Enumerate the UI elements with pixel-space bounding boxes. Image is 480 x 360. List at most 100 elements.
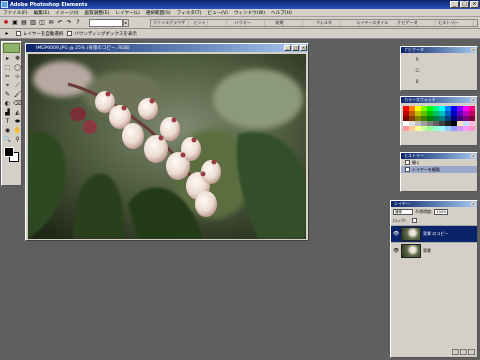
save-icon[interactable]: ▤	[20, 19, 28, 27]
panel-close-icon[interactable]: ×	[471, 48, 476, 52]
doc-maximize-button[interactable]: □	[292, 45, 299, 51]
well-tab-effects[interactable]: 効果	[273, 20, 314, 26]
delete-layer-button[interactable]	[468, 349, 475, 355]
doc-close-button[interactable]: ×	[300, 45, 307, 51]
history-panel: ヒストリー × 開く レイヤーを複製	[400, 152, 478, 192]
show-bounding-box-checkbox[interactable]	[67, 31, 73, 36]
menu-image[interactable]: イメージ(I)	[52, 10, 81, 16]
zoom-tool-icon[interactable]: ✥	[13, 55, 22, 63]
crop-tool-icon[interactable]: ✂	[3, 73, 12, 81]
history-state-icon	[405, 167, 410, 172]
layer-controls: 通常 不透明度: 100%	[391, 207, 477, 216]
move-tool-icon[interactable]: ▸	[3, 55, 12, 63]
sponge-tool-icon[interactable]: ◉	[3, 127, 12, 135]
toolbox: ▸ ✥ ⬚ ◯ ✂ ⊹ ⌖ ⟋ ✎ 🖌 ◐ ⌫ ▟ ◭ T ⬬ ◉ ✋ 🔍 ⚲	[1, 41, 22, 186]
maximize-button[interactable]: □	[460, 1, 469, 8]
move-tool-icon: ▸	[5, 30, 9, 37]
menu-file[interactable]: ファイル(F)	[0, 10, 31, 16]
color-swatch[interactable]	[469, 126, 475, 131]
paint-bucket-icon[interactable]: ▟	[3, 109, 12, 117]
redo-icon[interactable]: ↷	[65, 19, 73, 27]
menu-layer[interactable]: レイヤー(L)	[112, 10, 142, 16]
magnify-tool-icon[interactable]: 🔍	[3, 136, 12, 144]
type-tool-icon[interactable]: T	[3, 118, 12, 126]
flower-photo	[28, 54, 306, 239]
pencil-tool-icon[interactable]: ✎	[3, 91, 12, 99]
doc-minimize-button[interactable]: _	[284, 45, 291, 51]
well-tab-hints[interactable]: ヒント	[192, 20, 233, 26]
menu-edit[interactable]: 編集(E)	[31, 10, 53, 16]
menu-filter[interactable]: フィルタ(T)	[174, 10, 205, 16]
blur-tool-icon[interactable]: ⬬	[13, 118, 22, 126]
menu-window[interactable]: ウィンドウ(W)	[231, 10, 268, 16]
foreground-color-swatch[interactable]	[4, 147, 14, 157]
info-g-value	[428, 68, 449, 73]
menu-help[interactable]: ヘルプ(H)	[268, 10, 295, 16]
document-titlebar[interactable]: IMGP0009.JPG @ 25% (背景のコピー, RGB) _ □ ×	[26, 44, 308, 52]
photo-canvas[interactable]	[28, 54, 306, 239]
panel-close-icon[interactable]: ×	[471, 98, 476, 102]
eyedropper-icon[interactable]: ⌖	[3, 82, 12, 90]
opacity-input[interactable]: 100%	[434, 208, 449, 215]
layer-row[interactable]: 👁 背景 のコピー	[391, 225, 477, 242]
new-layer-button[interactable]	[452, 349, 459, 355]
well-tab-filters[interactable]: フィルタ	[314, 20, 355, 26]
blend-mode-select[interactable]: 通常	[393, 208, 413, 215]
print-icon[interactable]: ▥	[29, 19, 37, 27]
app-icon	[1, 1, 8, 8]
dodge-tool-icon[interactable]: ◐	[3, 100, 12, 108]
eraser-tool-icon[interactable]: ⌫	[13, 100, 22, 108]
marquee-tool-icon[interactable]: ⬚	[3, 64, 12, 72]
open-icon[interactable]: ▣	[11, 19, 19, 27]
layer-thumbnail	[401, 227, 421, 241]
well-tab-navigator[interactable]: ナビゲータ	[396, 20, 437, 26]
search-arrow-icon[interactable]: ▸	[123, 18, 129, 27]
magic-wand-icon[interactable]: ⊹	[13, 73, 22, 81]
auto-select-layer-checkbox[interactable]	[16, 31, 21, 36]
lock-label: ロック:	[393, 217, 407, 223]
brush-tool-icon[interactable]: 🖌	[13, 91, 22, 99]
help-icon[interactable]: ?	[74, 19, 82, 27]
eye-icon[interactable]: 👁	[393, 231, 399, 237]
hand-tool-icon[interactable]: ✋	[13, 127, 22, 135]
red-eye-tool-icon[interactable]: ⚲	[13, 136, 22, 144]
document-window: IMGP0009.JPG @ 25% (背景のコピー, RGB) _ □ ×	[25, 43, 309, 241]
well-tab-howto[interactable]: ハウツー	[233, 20, 274, 26]
well-tab-file-browser[interactable]: ファイルブラウザ	[151, 20, 192, 26]
info-r-extra	[450, 57, 471, 62]
help-search-input[interactable]	[89, 18, 123, 27]
eye-icon[interactable]: 👁	[393, 248, 399, 254]
info-g-extra	[450, 68, 471, 73]
history-item[interactable]: 開く	[401, 159, 477, 166]
info-grid: R: G: B:	[401, 53, 477, 88]
well-tab-history[interactable]: ヒストリー	[436, 20, 477, 26]
panel-close-icon[interactable]: ×	[471, 202, 476, 206]
new-icon[interactable]: ✱	[2, 19, 10, 27]
info-r-label: R:	[415, 57, 420, 62]
lock-transparency-checkbox[interactable]	[412, 218, 418, 223]
menu-bar: ファイル(F) 編集(E) イメージ(I) 画質調整(E) レイヤー(L) 選択…	[0, 9, 480, 17]
menu-select[interactable]: 選択範囲(S)	[143, 10, 174, 16]
swatch-grid	[401, 103, 477, 134]
adobe-logo-icon[interactable]	[3, 43, 20, 53]
minimize-button[interactable]: _	[450, 1, 459, 8]
history-item-label: 開く	[412, 160, 420, 165]
well-tab-layer-styles[interactable]: レイヤースタイル	[355, 20, 396, 26]
line-tool-icon[interactable]: ⟋	[13, 82, 22, 90]
menu-enhance[interactable]: 画質調整(E)	[82, 10, 113, 16]
web-icon[interactable]: ◫	[38, 19, 46, 27]
ellipse-marquee-icon[interactable]: ◯	[13, 64, 22, 72]
history-item[interactable]: レイヤーを複製	[401, 166, 477, 173]
layer-row[interactable]: 👁 背景	[391, 242, 477, 259]
adjustment-layer-button[interactable]	[460, 349, 467, 355]
email-icon[interactable]: ✉	[47, 19, 55, 27]
close-button[interactable]: ×	[470, 1, 479, 8]
panel-close-icon[interactable]: ×	[471, 154, 476, 158]
undo-icon[interactable]: ↶	[56, 19, 64, 27]
layer-thumbnail	[401, 244, 421, 258]
navigator-panel: ナビゲータ × R: G: B:	[400, 46, 478, 91]
menu-view[interactable]: ビュー(V)	[204, 10, 231, 16]
info-r-value	[428, 57, 449, 62]
tool-grid: ▸ ✥ ⬚ ◯ ✂ ⊹ ⌖ ⟋ ✎ 🖌 ◐ ⌫ ▟ ◭ T ⬬ ◉ ✋ 🔍 ⚲	[2, 54, 22, 145]
shape-tool-icon[interactable]: ◭	[13, 109, 22, 117]
